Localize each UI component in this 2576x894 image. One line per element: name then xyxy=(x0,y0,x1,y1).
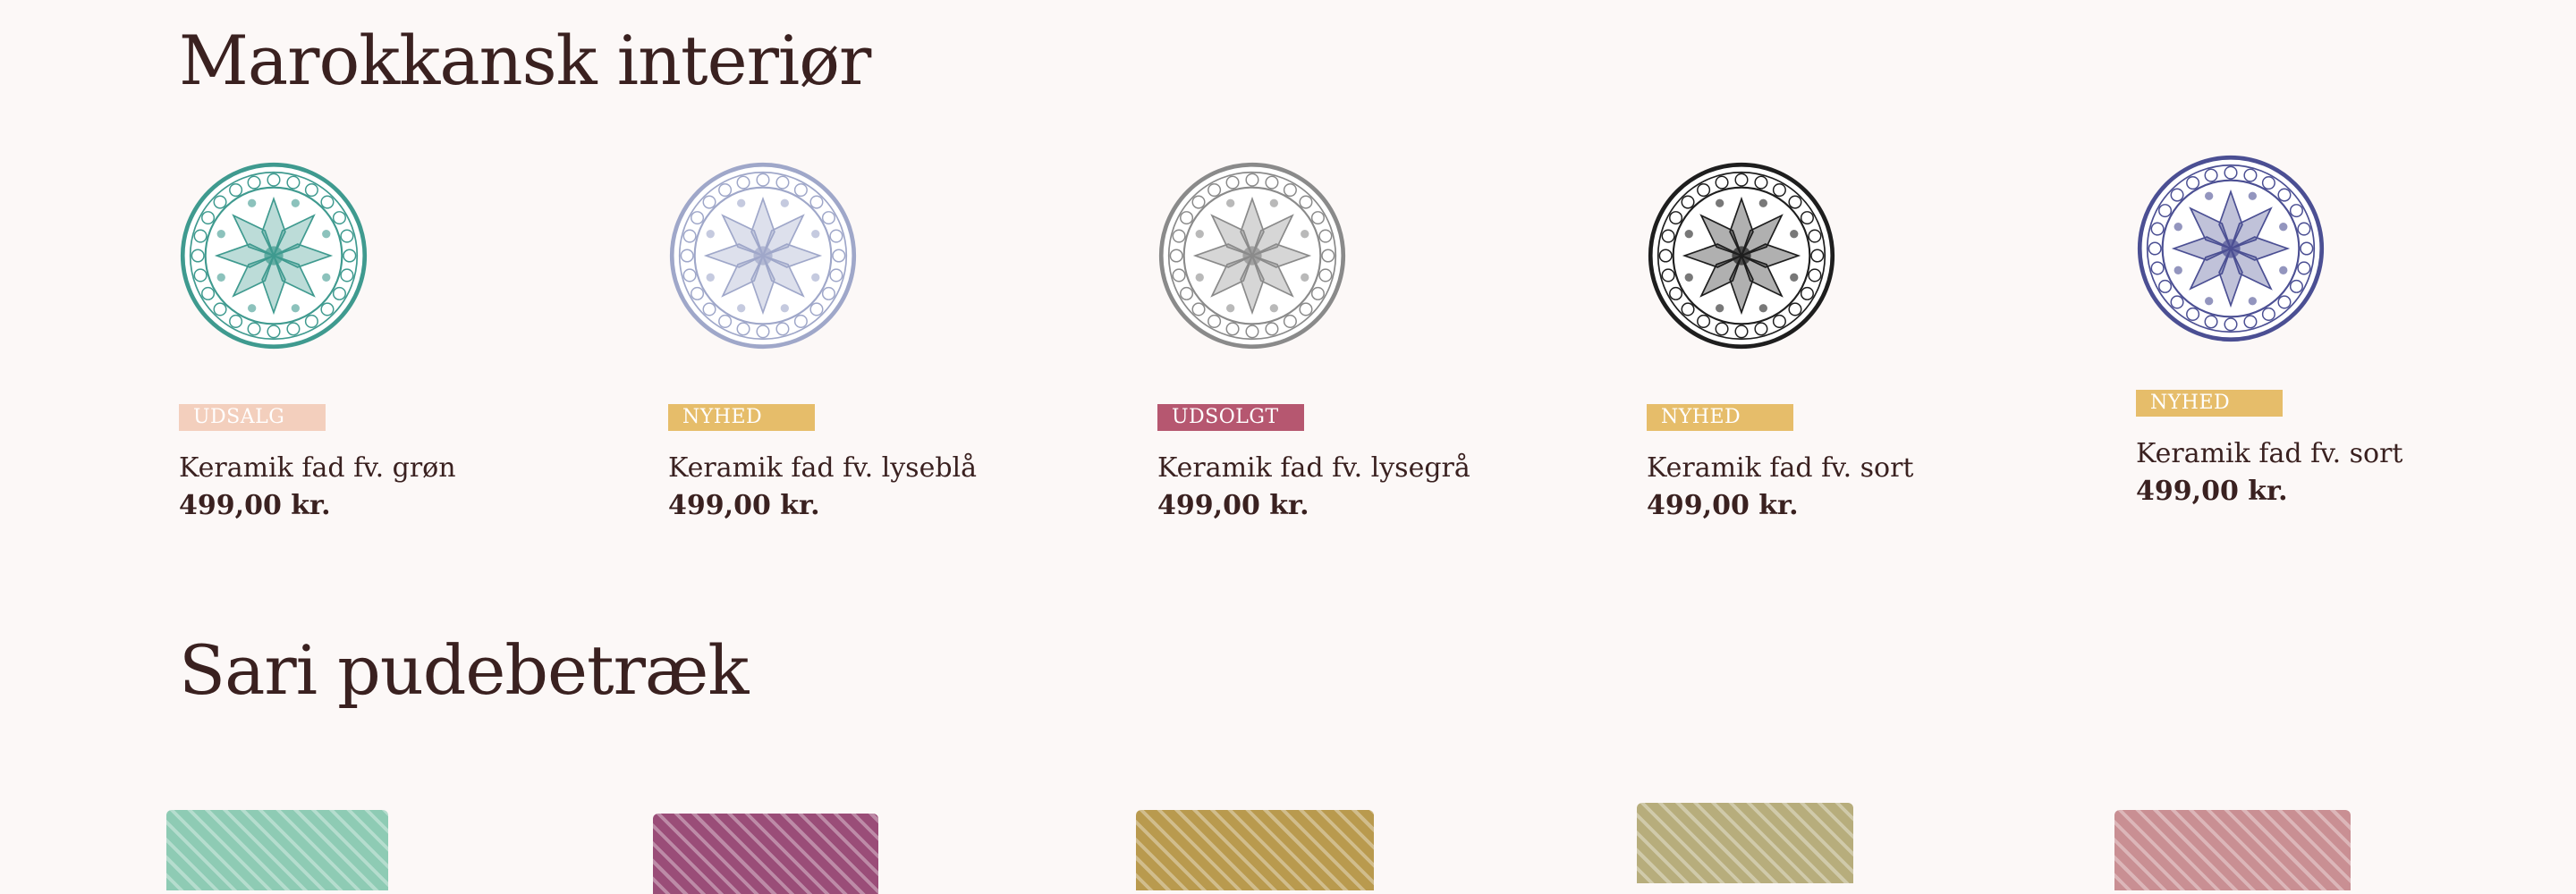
sold-out-badge: UDSOLGT xyxy=(1157,404,1304,431)
new-badge: NYHED xyxy=(2136,390,2283,417)
product-image-green-plate[interactable] xyxy=(179,161,369,350)
product-price: 499,00 kr. xyxy=(2136,476,2288,507)
product-price: 499,00 kr. xyxy=(179,490,331,521)
product-image-black-plate[interactable] xyxy=(1647,161,1836,350)
product-image-yellow-patchwork-cushion[interactable] xyxy=(1136,810,1374,890)
product-image-purple-cushion[interactable] xyxy=(653,814,878,894)
product-image-light-grey-plate[interactable] xyxy=(1157,161,1347,350)
product-image-mint-floral-cushion[interactable] xyxy=(166,810,388,890)
product-name[interactable]: Keramik fad fv. sort xyxy=(1647,452,1914,484)
new-badge: NYHED xyxy=(668,404,815,431)
product-image-olive-cushion[interactable] xyxy=(1637,803,1853,883)
product-card[interactable]: NYHED Keramik fad fv. sort 499,00 kr. xyxy=(1647,161,2040,536)
product-card[interactable]: UDSALG Keramik fad fv. grøn 499,00 kr. xyxy=(179,161,572,536)
product-image-pink-green-cushion[interactable] xyxy=(2114,810,2351,890)
product-card[interactable]: UDSOLGT Keramik fad fv. lysegrå 499,00 k… xyxy=(1157,161,1551,536)
product-name[interactable]: Keramik fad fv. sort xyxy=(2136,438,2403,469)
product-name[interactable]: Keramik fad fv. lyseblå xyxy=(668,452,977,484)
product-name[interactable]: Keramik fad fv. grøn xyxy=(179,452,456,484)
product-card[interactable]: NYHED Keramik fad fv. lyseblå 499,00 kr. xyxy=(668,161,1062,536)
product-image-light-blue-plate[interactable] xyxy=(668,161,858,350)
product-image-blue-plate[interactable] xyxy=(2136,154,2326,343)
sale-badge: UDSALG xyxy=(179,404,326,431)
product-price: 499,00 kr. xyxy=(668,490,820,521)
product-card[interactable]: NYHED Keramik fad fv. sort 499,00 kr. xyxy=(2136,154,2529,529)
product-price: 499,00 kr. xyxy=(1647,490,1799,521)
new-badge: NYHED xyxy=(1647,404,1793,431)
product-price: 499,00 kr. xyxy=(1157,490,1309,521)
section-title-moroccan: Marokkansk interiør xyxy=(179,21,871,100)
section-title-sari-cushions: Sari pudebetræk xyxy=(179,630,749,710)
product-name[interactable]: Keramik fad fv. lysegrå xyxy=(1157,452,1470,484)
